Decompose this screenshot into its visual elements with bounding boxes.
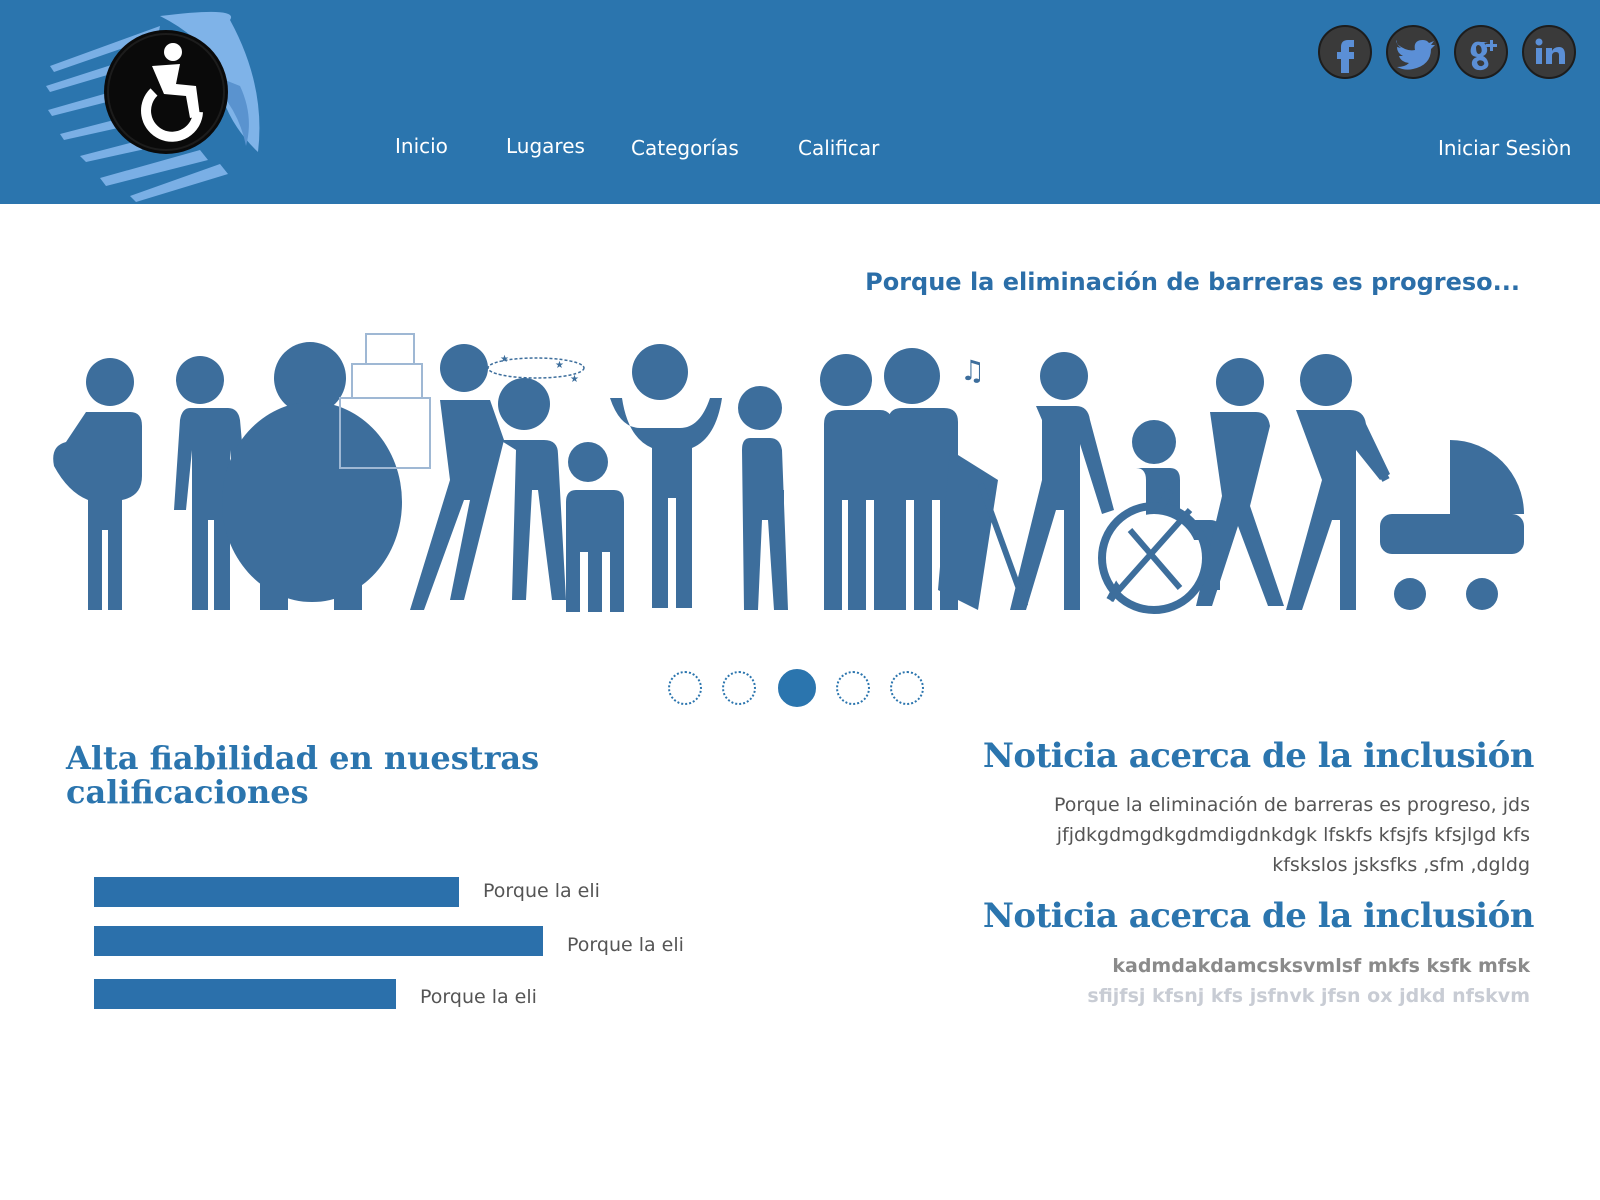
ratings-title: Alta fiabilidad en nuestras calificacion…: [66, 739, 540, 811]
svg-text:♫: ♫: [960, 354, 985, 387]
carousel-dot-1[interactable]: [668, 671, 702, 705]
rating-bar-1: [94, 877, 459, 907]
svg-text:★: ★: [555, 360, 564, 371]
site-logo[interactable]: [40, 6, 270, 202]
rating-label-2: Porque la eli: [567, 934, 684, 956]
ratings-title-line2: calificaciones: [66, 772, 309, 811]
carousel-dot-4[interactable]: [836, 671, 870, 705]
news-body-1-line2: jfjdkgdmgdkgdmdigdnkdgk lfskfs kfsjfs kf…: [1056, 824, 1530, 846]
nav-categorias[interactable]: Categorías: [631, 136, 739, 160]
rating-label-1: Porque la eli: [483, 880, 600, 902]
login-link[interactable]: Iniciar Sesiòn: [1438, 136, 1571, 160]
carousel-dot-3[interactable]: [778, 669, 816, 707]
rating-bar-2: [94, 926, 543, 956]
linkedin-link[interactable]: [1521, 24, 1577, 80]
diverse-people-disabilities-illustration: ♫ ★ ★ ★: [53, 333, 1524, 614]
rating-bar-3: [94, 979, 396, 1009]
news-title-1[interactable]: Noticia acerca de la inclusión: [983, 736, 1535, 776]
news-title-2[interactable]: Noticia acerca de la inclusión: [983, 896, 1535, 936]
svg-text:★: ★: [500, 354, 509, 365]
nav-calificar[interactable]: Calificar: [798, 136, 879, 160]
news-body-2: kadmdakdamcsksvmlsf mkfs ksfk mfsk sfijf…: [1010, 951, 1530, 1011]
svg-text:★: ★: [570, 374, 579, 385]
news-body-1-line1: Porque la eliminación de barreras es pro…: [1054, 794, 1530, 816]
wheelchair-accessibility-icon: [46, 11, 260, 202]
hero-tagline: Porque la eliminación de barreras es pro…: [865, 268, 1520, 296]
google-plus-link[interactable]: [1453, 24, 1509, 80]
carousel-dot-5[interactable]: [890, 671, 924, 705]
linkedin-icon: [1522, 25, 1576, 79]
facebook-icon: [1318, 25, 1372, 79]
facebook-link[interactable]: [1317, 24, 1373, 80]
twitter-link[interactable]: [1385, 24, 1441, 80]
news-body-1: Porque la eliminación de barreras es pro…: [1010, 790, 1530, 880]
google-plus-icon: [1454, 25, 1508, 79]
news-body-2-line1: kadmdakdamcsksvmlsf mkfs ksfk mfsk: [1112, 955, 1530, 977]
site-header: Inicio Lugares Categorías Calificar Inic…: [0, 0, 1600, 204]
carousel-dot-2[interactable]: [722, 671, 756, 705]
hero-illustration: ♫ ★ ★ ★: [50, 330, 1540, 630]
rating-label-3: Porque la eli: [420, 986, 537, 1008]
nav-inicio[interactable]: Inicio: [395, 134, 448, 158]
nav-lugares[interactable]: Lugares: [506, 134, 585, 158]
news-body-1-line3: kfskslos jsksfks ,sfm ,dgldg: [1272, 854, 1530, 876]
ratings-title-line1: Alta fiabilidad en nuestras: [66, 739, 540, 777]
news-body-2-line2: sfijfsj kfsnj kfs jsfnvk jfsn ox jdkd nf…: [1087, 985, 1530, 1007]
twitter-icon: [1386, 25, 1440, 79]
